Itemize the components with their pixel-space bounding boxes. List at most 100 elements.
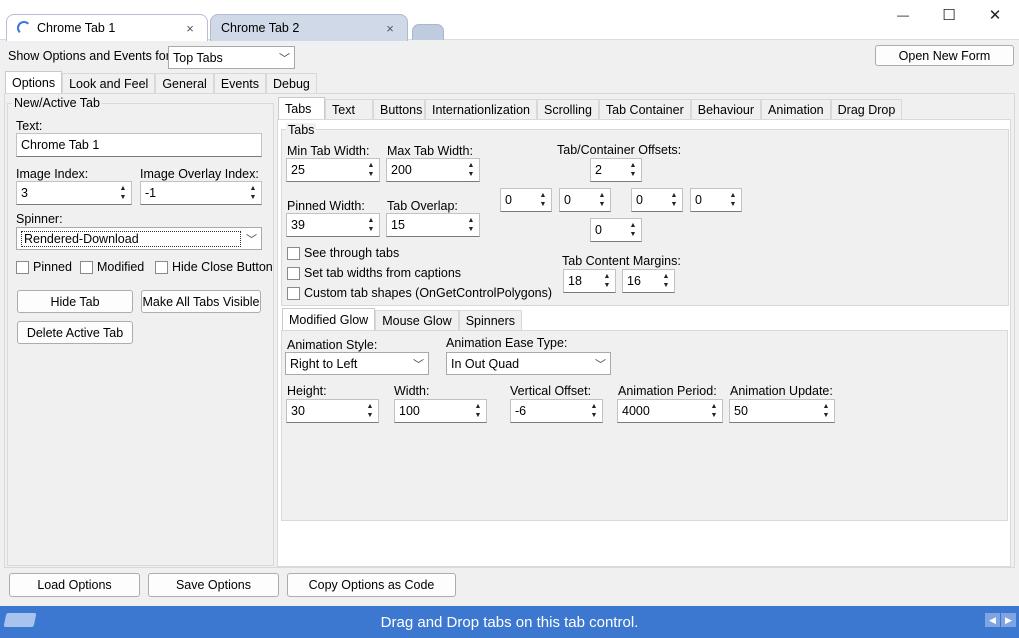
open-new-form-button[interactable]: Open New Form — [875, 45, 1014, 66]
stepper-arrows-icon[interactable]: ▲ ▼ — [465, 216, 477, 234]
stepper-arrows-icon[interactable]: ▲ ▼ — [601, 272, 613, 290]
make-all-visible-button[interactable]: Make All Tabs Visible — [141, 290, 261, 313]
hide-tab-button[interactable]: Hide Tab — [17, 290, 133, 313]
stepper-arrows-icon[interactable]: ▲ ▼ — [472, 402, 484, 420]
tab-animation[interactable]: Animation — [761, 99, 831, 119]
widths-captions-checkbox[interactable]: Set tab widths from captions — [287, 266, 461, 280]
stepper-arrows-icon[interactable]: ▲ ▼ — [596, 191, 608, 209]
stepper-arrows-icon[interactable]: ▲ ▼ — [247, 184, 259, 202]
tab-debug[interactable]: Debug — [266, 73, 317, 93]
close-icon[interactable]: × — [383, 21, 397, 36]
stepper-arrows-icon[interactable]: ▲ ▼ — [537, 191, 549, 209]
maximize-icon: ☐ — [942, 7, 956, 24]
tab-mouse-glow[interactable]: Mouse Glow — [375, 310, 459, 330]
offset-left-1-stepper[interactable]: 0 ▲ ▼ — [500, 188, 552, 212]
minimize-button[interactable]: — — [880, 4, 926, 26]
stepper-arrows-icon[interactable]: ▲ ▼ — [365, 216, 377, 234]
left-tab-strip: Options Look and Feel General Events Deb… — [5, 71, 317, 93]
maximize-button[interactable]: ☐ — [926, 4, 972, 26]
tab-internationlization[interactable]: Internationlization — [425, 99, 537, 119]
tab-modified-glow[interactable]: Modified Glow — [282, 308, 376, 330]
stepper-arrows-icon[interactable]: ▲ ▼ — [465, 161, 477, 179]
pinned-width-value: 39 — [291, 218, 305, 232]
drag-drop-tab-bar[interactable]: Drag and Drop tabs on this tab control. — [0, 606, 1019, 638]
load-options-button[interactable]: Load Options — [9, 573, 140, 597]
stepper-arrows-icon[interactable]: ▲ ▼ — [364, 402, 376, 420]
offset-top-stepper[interactable]: 2 ▲ ▼ — [590, 158, 642, 182]
tab-events[interactable]: Events — [213, 73, 267, 93]
spinner-icon — [17, 21, 31, 35]
custom-shapes-label: Custom tab shapes (OnGetControlPolygons) — [304, 286, 553, 300]
anim-style-value: Right to Left — [290, 356, 358, 371]
stepper-arrows-icon[interactable]: ▲ ▼ — [117, 184, 129, 202]
margin-1-value: 18 — [568, 274, 582, 288]
delete-active-tab-button[interactable]: Delete Active Tab — [17, 321, 133, 344]
offsets-label: Tab/Container Offsets: — [557, 143, 682, 157]
anim-style-select[interactable]: Right to Left ﹀ — [285, 352, 429, 375]
stepper-arrows-icon[interactable]: ▲ ▼ — [820, 402, 832, 420]
offset-right-1-stepper[interactable]: 0 ▲ ▼ — [631, 188, 683, 212]
close-window-button[interactable]: ✕ — [972, 4, 1018, 26]
offset-left-2-stepper[interactable]: 0 ▲ ▼ — [559, 188, 611, 212]
stepper-arrows-icon[interactable]: ▲ ▼ — [668, 191, 680, 209]
show-options-select[interactable]: Top Tabs ﹀ — [168, 46, 295, 69]
new-tab-button[interactable] — [3, 613, 37, 627]
stepper-arrows-icon[interactable]: ▲ ▼ — [708, 402, 720, 420]
custom-shapes-checkbox[interactable]: Custom tab shapes (OnGetControlPolygons) — [287, 286, 552, 300]
tab-tab-container[interactable]: Tab Container — [598, 99, 691, 119]
stepper-arrows-icon[interactable]: ▲ ▼ — [727, 191, 739, 209]
tab-buttons[interactable]: Buttons — [373, 99, 425, 119]
tab-look-and-feel[interactable]: Look and Feel — [62, 73, 156, 93]
tab-text[interactable]: Text — [325, 99, 373, 119]
image-overlay-stepper[interactable]: -1 ▲ ▼ — [140, 181, 262, 205]
image-overlay-label: Image Overlay Index: — [140, 167, 259, 181]
anim-period-stepper[interactable]: 4000 ▲ ▼ — [617, 399, 723, 423]
anim-update-stepper[interactable]: 50 ▲ ▼ — [729, 399, 835, 423]
ease-type-select[interactable]: In Out Quad ﹀ — [446, 352, 611, 375]
chevron-down-icon: ﹀ — [595, 359, 606, 371]
copy-options-button[interactable]: Copy Options as Code — [287, 573, 456, 597]
pinned-checkbox[interactable]: Pinned — [16, 260, 72, 274]
tab-drag-drop[interactable]: Drag Drop — [830, 99, 903, 119]
stepper-arrows-icon[interactable]: ▲ ▼ — [365, 161, 377, 179]
tab-options[interactable]: Options — [5, 71, 63, 93]
modified-checkbox[interactable]: Modified — [80, 260, 144, 274]
min-tab-width-stepper[interactable]: 25 ▲ ▼ — [286, 158, 380, 182]
spinner-select[interactable]: Rendered-Download ﹀ — [16, 227, 262, 250]
tab-scrolling[interactable]: Scrolling — [536, 99, 599, 119]
vertical-offset-stepper[interactable]: -6 ▲ ▼ — [510, 399, 603, 423]
stepper-arrows-icon[interactable]: ▲ ▼ — [627, 221, 639, 239]
offset-bottom-stepper[interactable]: 0 ▲ ▼ — [590, 218, 642, 242]
tab-spinners[interactable]: Spinners — [458, 310, 523, 330]
text-input[interactable]: Chrome Tab 1 — [16, 133, 262, 157]
width-stepper[interactable]: 100 ▲ ▼ — [394, 399, 487, 423]
stepper-arrows-icon[interactable]: ▲ ▼ — [588, 402, 600, 420]
tab-general[interactable]: General — [155, 73, 214, 93]
tabs-group-title: Tabs — [286, 123, 317, 137]
margin-1-stepper[interactable]: 18 ▲ ▼ — [563, 269, 616, 293]
stepper-arrows-icon[interactable]: ▲ ▼ — [627, 161, 639, 179]
max-tab-width-stepper[interactable]: 200 ▲ ▼ — [386, 158, 480, 182]
chevron-down-icon: ﹀ — [279, 53, 290, 65]
see-through-checkbox[interactable]: See through tabs — [287, 246, 399, 260]
pinned-width-label: Pinned Width: — [287, 199, 365, 213]
new-tab-button[interactable] — [412, 24, 444, 40]
image-index-stepper[interactable]: 3 ▲ ▼ — [16, 181, 132, 205]
scroll-right-icon[interactable]: ▶ — [1001, 613, 1016, 627]
scroll-left-icon[interactable]: ◀ — [985, 613, 1000, 627]
close-icon[interactable]: × — [183, 21, 197, 36]
hide-close-checkbox[interactable]: Hide Close Button — [155, 260, 273, 274]
offset-right-2-stepper[interactable]: 0 ▲ ▼ — [690, 188, 742, 212]
chrome-tab-2[interactable]: Chrome Tab 2 × — [210, 14, 408, 41]
chrome-tab-1[interactable]: Chrome Tab 1 × — [6, 14, 208, 41]
pinned-width-stepper[interactable]: 39 ▲ ▼ — [286, 213, 380, 237]
margin-2-stepper[interactable]: 16 ▲ ▼ — [622, 269, 675, 293]
tab-tabs[interactable]: Tabs — [278, 97, 325, 119]
tab-behaviour[interactable]: Behaviour — [690, 99, 762, 119]
save-options-button[interactable]: Save Options — [148, 573, 279, 597]
stepper-arrows-icon[interactable]: ▲ ▼ — [660, 272, 672, 290]
height-stepper[interactable]: 30 ▲ ▼ — [286, 399, 379, 423]
show-options-value: Top Tabs — [173, 50, 223, 65]
tab-overlap-stepper[interactable]: 15 ▲ ▼ — [386, 213, 480, 237]
offset-right-1-value: 0 — [636, 193, 643, 207]
